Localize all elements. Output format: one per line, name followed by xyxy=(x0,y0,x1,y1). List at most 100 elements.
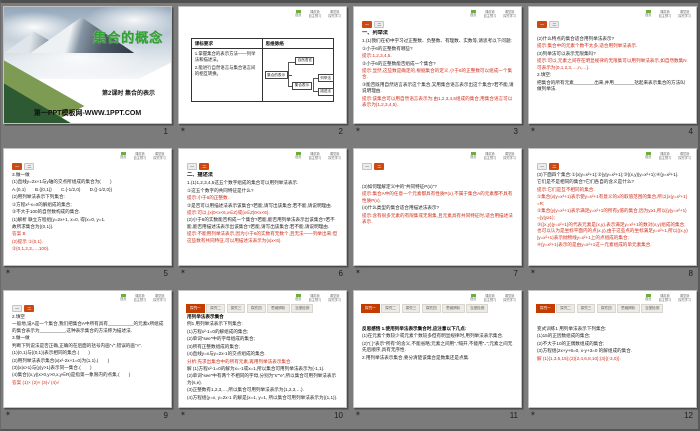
slide-text-line xyxy=(537,314,689,319)
nav-home-marker-icon xyxy=(295,294,301,297)
section-badge: 一 xyxy=(362,21,373,28)
section-badges: 一二 xyxy=(187,163,210,170)
slide-text-line: (1)直线y=2x+1与y轴的交点所组成的集合为( ) xyxy=(12,179,112,185)
nav-section-item: 课堂篇 探究学习 xyxy=(678,152,691,161)
explore-tab-bar: 探究一 探究二 探究三 探究四 思维辨析 当堂检测 xyxy=(186,304,339,313)
slide-thumbnail-11[interactable]: 首页 课前篇 自主预习 课堂篇 探究学习 探究一 探究二 探究三 探究四 思维辨析 当堂检测 反思… xyxy=(353,290,522,408)
slide-cell-7: 首页 课前篇 自主预习 课堂篇 探究学习 一二 (3)如何理解定义中的“共同特征P(x)… xyxy=(351,145,526,287)
slide-text-line: ③{(x,y)|y=x²+1}的代表元素是(x,y),表示满足y=x²+1的数对… xyxy=(537,221,688,240)
section-badge: 二 xyxy=(549,163,560,170)
slide-header-nav: 首页 课前篇 自主预习 课堂篇 探究学习 xyxy=(295,294,341,302)
nav-section-item: 课堂篇 探究学习 xyxy=(328,10,341,19)
section-badges: 一二 xyxy=(12,163,35,170)
nav-home-item: 首页 xyxy=(295,152,302,159)
slide-text-line: 判断下列说法是否正确,正确的在后面的括号内画“√”,错误的画“×”. xyxy=(12,342,142,348)
table-header-left: 课标要求 xyxy=(191,39,263,50)
nav-home-marker-icon xyxy=(295,152,301,155)
nav-home-item: 首页 xyxy=(470,10,477,17)
slide-text-line xyxy=(362,320,514,325)
slide-number: 12 xyxy=(684,411,693,420)
slide-text-line: 变式训练1 用列举法表示下列集合: xyxy=(537,326,607,331)
slide-number: 3 xyxy=(513,127,518,136)
explore-tab: 探究一 xyxy=(361,304,380,313)
slide-text-line: (3){x|x>1}与{y|y>1}表示同一集合.( ) xyxy=(12,364,92,370)
slide-thumbnail-12[interactable]: 首页 课前篇 自主预习 课堂篇 探究学习 探究一 探究二 探究三 探究四 思维辨析 当堂检测 变式… xyxy=(528,290,697,408)
slide-text-line: 提示:集合中的元素个数不太多,适合用列举法表示. xyxy=(537,43,638,49)
requirements-table: 课标要求 思维脉络 1.掌握集合的表示方法——列举法和描述法。 2.能进行自然语言… xyxy=(190,38,335,103)
slide-text-line: 1.(1)我们在初中学习过正整数、负整数、有理数、实数等,请思考以下问题: xyxy=(362,38,512,44)
section-badge: 二 xyxy=(24,163,35,170)
section-badge: 二 xyxy=(199,163,210,170)
explore-tab: 当堂检测 xyxy=(641,304,664,313)
slide-text-line: 反思感悟 1.使用列举法表示集合时,应注意以下几点: xyxy=(362,326,467,331)
slide-thumbnail-1[interactable]: 集合的概念 第2课时 集合的表示 第一PPT模板网-WWW.1PPT.COM xyxy=(3,6,172,124)
slide-text-line: 故所求集合为{(0,1)}. xyxy=(12,223,54,229)
transition-star-icon: ✶ xyxy=(5,411,11,418)
slide-text-line: A.{0,1} B.{(0,1)} C.{-1/2,0} D.{(-1/2,0)… xyxy=(12,186,113,192)
slide-text-line xyxy=(537,30,689,35)
section-badge: 一 xyxy=(12,163,23,170)
diagram-root-box: 集合的表示 xyxy=(264,71,288,80)
explore-tab: 探究四 xyxy=(246,304,266,313)
slide-meta: ✶ 2 xyxy=(178,126,347,144)
slide-text-line: ②是否可以用描述法表示该集合?若能,请写出该集合;若不能,请说明理由. xyxy=(187,202,333,208)
slide-text-line: ①方程x²-x=0的解组成的集合; xyxy=(12,201,72,207)
explore-tab: 探究四 xyxy=(421,304,441,313)
slide-cell-6: 首页 课前篇 自主预习 课堂篇 探究学习 一二 二、描述法 1.(1)1,2,3,4,5这… xyxy=(176,145,351,287)
slide-cell-4: 首页 课前篇 自主预习 课堂篇 探究学习 一二 (2)什么特点的集合适合用列举法表示? 提… xyxy=(526,3,698,145)
slide-text-line: 1.(1)1,2,3,4,5这五个数字组成的集合可以用列举法表示. xyxy=(187,180,299,186)
slide-thumbnail-6[interactable]: 首页 课前篇 自主预习 课堂篇 探究学习 一二 二、描述法 1.(1)1,2,3,4,5这… xyxy=(178,148,347,266)
nav-home-item: 首页 xyxy=(470,294,477,301)
slide-thumbnail-9[interactable]: 首页 课前篇 自主预习 课堂篇 探究学习 一二 2.填空 一般地,设A是一个集合,我们把集… xyxy=(3,290,172,408)
section-badge: 一 xyxy=(12,305,23,312)
explore-tab: 探究三 xyxy=(576,304,596,313)
diagram-connector xyxy=(287,85,293,87)
slide-thumbnail-7[interactable]: 首页 课前篇 自主预习 课堂篇 探究学习 一二 (3)如何理解定义中的“共同特征P(x)… xyxy=(353,148,522,266)
slide-meta: ✶ 8 xyxy=(528,268,697,286)
slide-cell-1: 集合的概念 第2课时 集合的表示 第一PPT模板网-WWW.1PPT.COM 1 xyxy=(1,3,176,145)
slide-thumbnail-2[interactable]: 首页 课前篇 自主预习 课堂篇 探究学习 课标要求 思维脉络 1.掌握集合的表示方法——… xyxy=(178,6,347,124)
slide-thumbnail-5[interactable]: 首页 课前篇 自主预习 课堂篇 探究学习 一二 3.做一做 (1)直线y=2x+1与y轴的… xyxy=(3,148,172,266)
slide-header-nav: 首页 课前篇 自主预习 课堂篇 探究学习 xyxy=(470,294,516,302)
slide-header-nav: 首页 课前篇 自主预习 课堂篇 探究学习 xyxy=(120,294,166,302)
slide-text-line: (3)方程组{2x+y+6=0, x-y+3=0 的解组成的集合. xyxy=(537,348,633,354)
slide-thumbnail-10[interactable]: 首页 课前篇 自主预习 课堂篇 探究学习 探究一 探究二 探究三 探究四 思维辨析 当堂检测 用列… xyxy=(178,290,347,408)
slide-thumbnail-4[interactable]: 首页 课前篇 自主预习 课堂篇 探究学习 一二 (2)什么特点的集合适合用列举法表示? 提… xyxy=(528,6,697,124)
slide-cell-11: 首页 课前篇 自主预习 课堂篇 探究学习 探究一 探究二 探究三 探究四 思维辨析 当堂检测 反思… xyxy=(351,287,526,429)
nav-home-marker-icon xyxy=(645,152,651,155)
slide-text-line: 提示:不能用列举法表示,因为小于6的实数有无数个,且无法一一列举出来;但这些数有… xyxy=(187,231,338,243)
section-badge: 二 xyxy=(374,21,385,28)
slide-header-nav: 首页 课前篇 自主预习 课堂篇 探究学习 xyxy=(470,10,516,18)
slide-number: 1 xyxy=(163,127,168,136)
slide-header-nav: 首页 课前篇 自主预习 课堂篇 探究学习 xyxy=(645,10,691,18)
slide-text-line: 答案 (1)× (2)× (3)√ (4)√ xyxy=(12,379,60,385)
slide-number: 10 xyxy=(334,411,343,420)
transition-star-icon: ✶ xyxy=(530,127,536,134)
slide-header-nav: 首页 课前篇 自主预习 课堂篇 探究学习 xyxy=(120,152,166,160)
slide-text-line: (4)什么类型的集合适合用描述法表示? xyxy=(362,205,440,211)
slide-text-line: 提示:可以,{x|0<x<6,x∈Z}或{x∈Z|0<x<6}. xyxy=(187,209,270,215)
slide-text-line: (2)单词“see”中有两个不相同的字母,分别为“s”“e”,所以集合可用列举法… xyxy=(187,373,337,385)
slide-number: 4 xyxy=(688,127,693,136)
slide-meta: 1 xyxy=(3,126,172,144)
slide-text-line: (2)“{ }”表示“所有”的含义,不能省略;元素之间用“,”隔开,不能用“、”… xyxy=(362,340,513,353)
explore-tab: 探究一 xyxy=(186,304,205,313)
slide-thumbnail-8[interactable]: 首页 课前篇 自主预习 课堂篇 探究学习 一二 (3)下面四个集合:①{x|y=x²+1… xyxy=(528,148,697,266)
slide-text-line xyxy=(362,178,514,183)
slide-meta: ✶ 12 xyxy=(528,410,697,428)
slide-number: 11 xyxy=(509,411,518,420)
section-badge: 二 xyxy=(24,305,35,312)
explore-tab: 探究三 xyxy=(401,304,421,313)
slide-meta: ✶ 9 xyxy=(3,410,172,428)
slide-header-nav: 首页 课前篇 自主预习 课堂篇 探究学习 xyxy=(295,10,341,18)
slide-body-text: 一、列举法 1.(1)我们在初中学习过正整数、负整数、有理数、实数等,请思考以下问… xyxy=(362,30,514,121)
slide-text-line: 解 (1){1,3,5,15};(2){2,4,6,8,10};(3){(-3,… xyxy=(537,355,621,361)
slide-meta: ✶ 6 xyxy=(178,268,347,286)
explore-tab: 探究一 xyxy=(536,304,555,313)
nav-section-item: 课堂篇 探究学习 xyxy=(503,294,516,303)
slide-body-text: (2)什么特点的集合适合用列举法表示? 提示:集合中的元素个数不太多,适合用列举法… xyxy=(537,30,689,121)
slide-text-line xyxy=(362,172,514,177)
slide-cell-8: 首页 课前篇 自主预习 课堂篇 探究学习 一二 (3)下面四个集合:①{x|y=x²+1… xyxy=(526,145,698,287)
nav-section-item: 课堂篇 探究学习 xyxy=(153,294,166,303)
slide-thumbnail-3[interactable]: 首页 课前篇 自主预习 课堂篇 探究学习 一二 一、列举法 1.(1)我们在初中学习过正整… xyxy=(353,6,522,124)
